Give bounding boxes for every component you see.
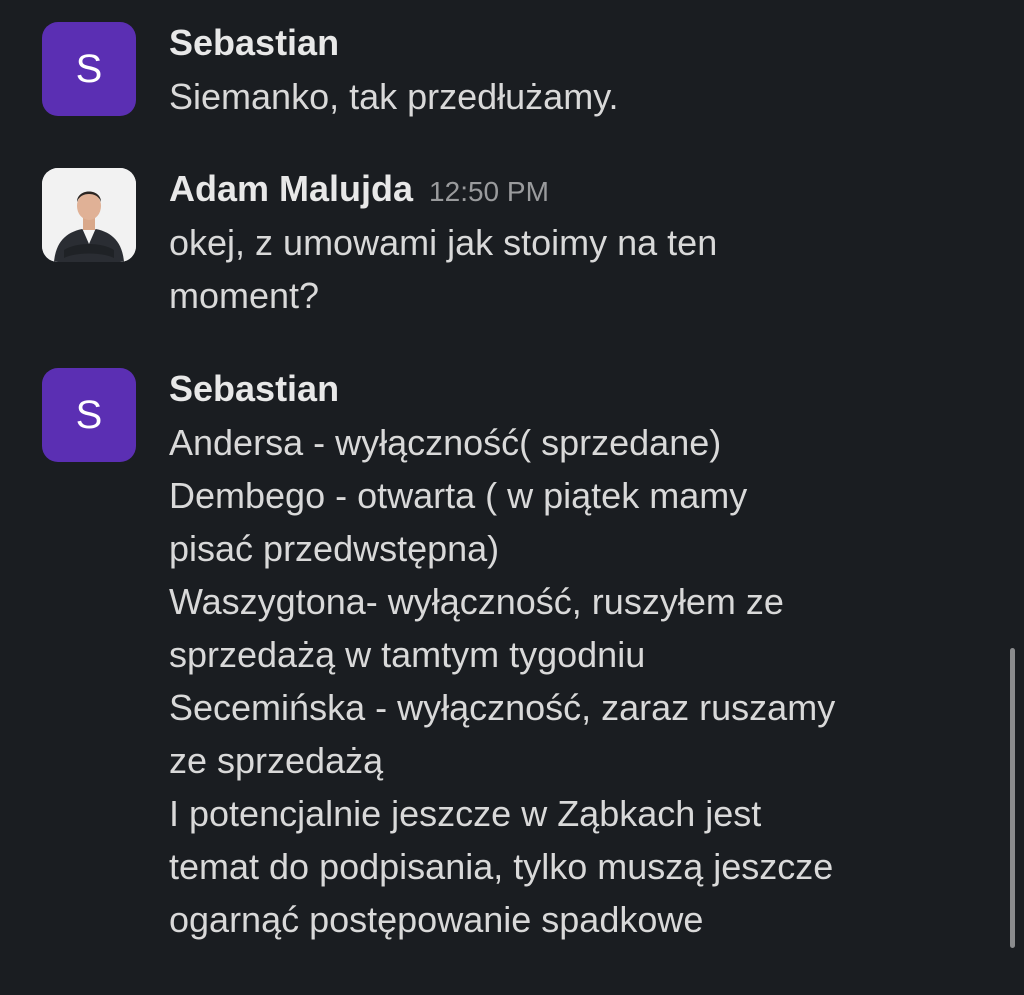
message-text-line: moment? <box>169 275 320 316</box>
message-text-line: pisać przedwstępna) <box>169 528 500 569</box>
avatar-letter: S <box>75 392 103 437</box>
message-text-line: Siemanko, tak przedłużamy. <box>169 76 619 117</box>
message-feed: S Sebastian Siemanko, tak przedłużamy. A… <box>0 0 1024 995</box>
message-text-line: Andersa - wyłączność( sprzedane) <box>169 422 722 463</box>
message-text-line: I potencjalnie jeszcze w Ząbkach jest <box>169 793 762 834</box>
message-text-line: ze sprzedażą <box>169 740 384 781</box>
message-author[interactable]: Sebastian <box>169 22 339 64</box>
user-photo-avatar <box>42 168 136 262</box>
message-text-line: Secemińska - wyłączność, zaraz ruszamy <box>169 687 836 728</box>
message-text-line: temat do podpisania, tylko muszą jeszcze <box>169 846 834 887</box>
message-author[interactable]: Sebastian <box>169 368 339 410</box>
message-text-line: ogarnąć postępowanie spadkowe <box>169 899 704 940</box>
avatar[interactable]: S <box>42 368 136 462</box>
message-text-line: okej, z umowami jak stoimy na ten <box>169 222 718 263</box>
message-text-line: sprzedażą w tamtym tygodniu <box>169 634 646 675</box>
message-text-line: Waszygtona- wyłączność, ruszyłem ze <box>169 581 784 622</box>
scrollbar-thumb[interactable] <box>1010 648 1015 948</box>
message-text-line: Dembego - otwarta ( w piątek mamy <box>169 475 748 516</box>
avatar-letter: S <box>75 46 103 91</box>
avatar[interactable] <box>42 168 136 262</box>
message-author[interactable]: Adam Malujda <box>169 168 413 210</box>
avatar[interactable]: S <box>42 22 136 116</box>
message-timestamp[interactable]: 12:50 PM <box>429 176 549 208</box>
